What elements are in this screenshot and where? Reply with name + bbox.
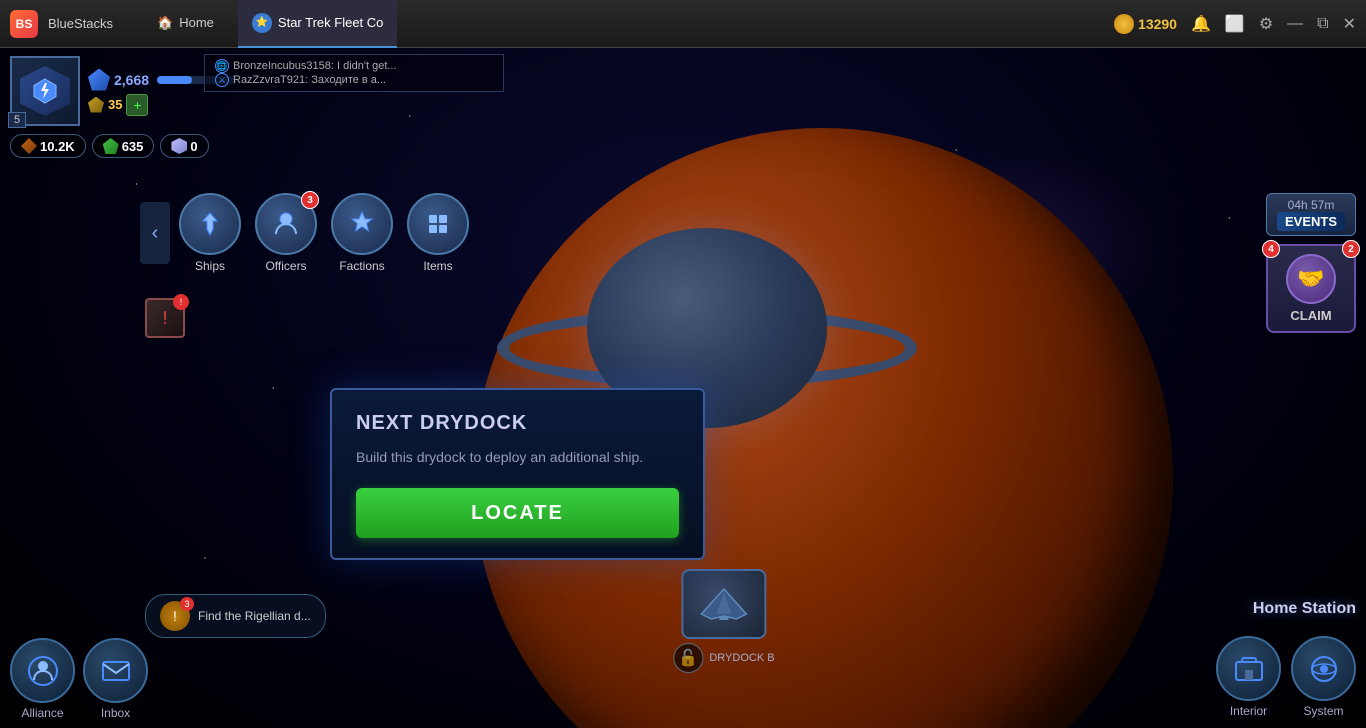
modal-title: NEXT DRYDOCK [356, 412, 679, 435]
home-tab-icon: 🏠 [157, 15, 173, 31]
restore-icon[interactable]: ⧉ [1317, 15, 1328, 33]
stfc-tab-icon: ⭐ [252, 13, 272, 33]
tab-stfc[interactable]: ⭐ Star Trek Fleet Co [238, 0, 397, 48]
titlebar-right: 13290 🔔 ⬜ ⚙ — ⧉ ✕ [1114, 14, 1356, 34]
titlebar: BS BlueStacks 🏠 Home ⭐ Star Trek Fleet C… [0, 0, 1366, 48]
coin-display: 13290 [1114, 14, 1177, 34]
notification-icon[interactable]: 🔔 [1191, 14, 1211, 34]
drydock-modal: NEXT DRYDOCK Build this drydock to deplo… [330, 388, 705, 560]
stfc-tab-label: Star Trek Fleet Co [278, 15, 383, 30]
minimize-icon[interactable]: — [1287, 15, 1303, 33]
coin-icon [1114, 14, 1134, 34]
modal-description: Build this drydock to deploy an addition… [356, 447, 679, 468]
locate-button[interactable]: LOCATE [356, 488, 679, 538]
game-area: 5 2,668 [0, 48, 1366, 728]
close-icon[interactable]: ✕ [1343, 14, 1356, 34]
settings-icon[interactable]: ⚙ [1259, 14, 1273, 34]
modal-overlay: NEXT DRYDOCK Build this drydock to deplo… [0, 48, 1366, 728]
tab-home[interactable]: 🏠 Home [143, 0, 228, 48]
bluestacks-logo: BS [10, 10, 38, 38]
brand-name: BlueStacks [48, 16, 113, 31]
screen-icon[interactable]: ⬜ [1225, 14, 1245, 34]
home-tab-label: Home [179, 15, 214, 30]
coin-value: 13290 [1138, 16, 1177, 32]
